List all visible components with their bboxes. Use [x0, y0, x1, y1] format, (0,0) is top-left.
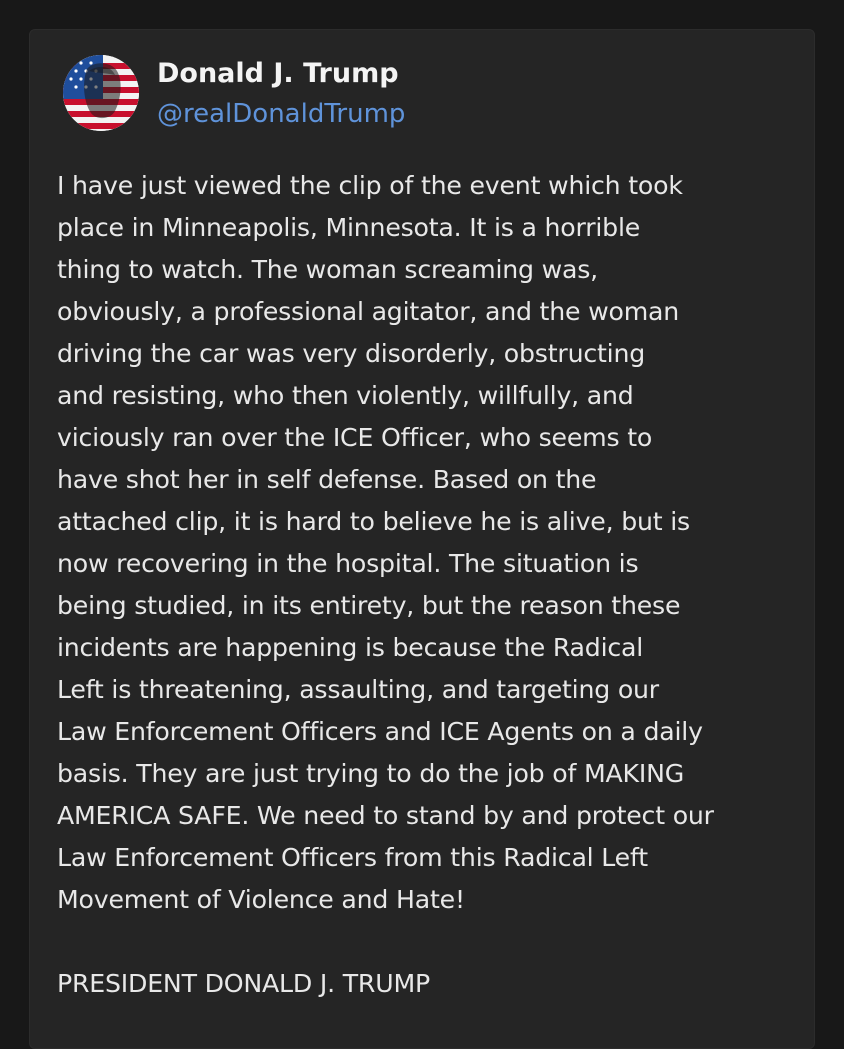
post-card: Donald J. Trump @realDonaldTrump I have … — [29, 29, 815, 1049]
author-handle[interactable]: @realDonaldTrump — [157, 97, 405, 131]
post-text-line: Left is threatening, assaulting, and tar… — [57, 675, 659, 704]
avatar[interactable] — [63, 55, 139, 131]
screenshot-frame: Donald J. Trump @realDonaldTrump I have … — [0, 0, 844, 1049]
post-text-line: now recovering in the hospital. The situ… — [57, 549, 639, 578]
post-text-line: obviously, a professional agitator, and … — [57, 297, 680, 326]
post-text-line: driving the car was very disorderly, obs… — [57, 339, 646, 368]
post-text-line: basis. They are just trying to do the jo… — [57, 759, 685, 788]
post-text-line: incidents are happening is because the R… — [57, 633, 644, 662]
post-text-line: being studied, in its entirety, but the … — [57, 591, 681, 620]
post-signature: PRESIDENT DONALD J. TRUMP — [57, 969, 430, 998]
post-text-line: Law Enforcement Officers from this Radic… — [57, 843, 648, 872]
post-text-line: attached clip, it is hard to believe he … — [57, 507, 690, 536]
author-name[interactable]: Donald J. Trump — [157, 57, 399, 91]
post-text-line: and resisting, who then violently, willf… — [57, 381, 634, 410]
post-text-line: Law Enforcement Officers and ICE Agents … — [57, 717, 703, 746]
post-text-line: have shot her in self defense. Based on … — [57, 465, 597, 494]
post-text-line: viciously ran over the ICE Officer, who … — [57, 423, 653, 452]
post-body: I have just viewed the clip of the event… — [57, 165, 797, 1005]
post-text-line: I have just viewed the clip of the event… — [57, 171, 683, 200]
flag-portrait-avatar-icon — [63, 55, 139, 131]
post-text-line: Movement of Violence and Hate! — [57, 885, 465, 914]
post-text-line: place in Minneapolis, Minnesota. It is a… — [57, 213, 641, 242]
post-text-line: thing to watch. The woman screaming was, — [57, 255, 598, 284]
post-text-line: AMERICA SAFE. We need to stand by and pr… — [57, 801, 714, 830]
